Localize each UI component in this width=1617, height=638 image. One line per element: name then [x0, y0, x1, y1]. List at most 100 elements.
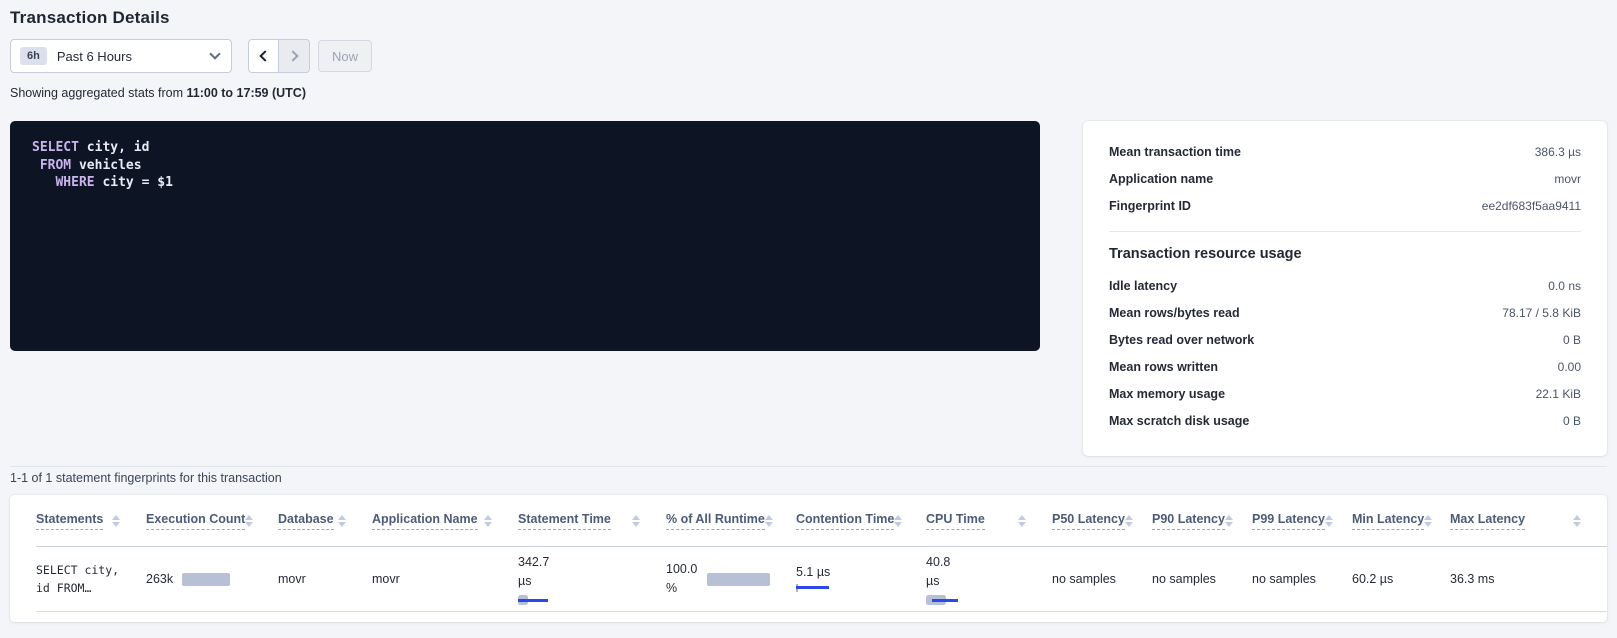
- summary-row: Fingerprint ID ee2df683f5aa9411: [1109, 192, 1581, 219]
- time-controls: 6h Past 6 Hours Now: [10, 39, 1607, 73]
- summary-row: Mean transaction time 386.3 µs: [1109, 138, 1581, 165]
- next-time-button[interactable]: [279, 40, 309, 72]
- resource-row: Idle latency 0.0 ns: [1109, 272, 1581, 299]
- column-header-database: Database: [278, 512, 372, 530]
- resource-row: Max memory usage 22.1 KiB: [1109, 380, 1581, 407]
- sort-icon[interactable]: [112, 515, 120, 527]
- sort-icon[interactable]: [1018, 515, 1026, 527]
- cpu-time-bar: [926, 595, 1026, 605]
- chevron-left-icon: [259, 50, 270, 61]
- aggregated-stats-line: Showing aggregated stats from 11:00 to 1…: [10, 86, 1607, 100]
- sql-line: SELECT city, id: [32, 140, 149, 155]
- sort-icon[interactable]: [894, 515, 902, 527]
- statements-table: Statements Execution Count Database Appl…: [10, 495, 1607, 622]
- cell-max-latency: 36.3 ms: [1450, 572, 1607, 586]
- cell-min-latency: 60.2 µs: [1352, 572, 1450, 586]
- execution-count-bar: [182, 573, 230, 586]
- stats-line-prefix: Showing aggregated stats from: [10, 86, 183, 100]
- summary-value: 386.3 µs: [1535, 145, 1581, 159]
- cell-contention-time: 5.1 µs: [796, 565, 926, 593]
- resource-value: 78.17 / 5.8 KiB: [1502, 306, 1581, 320]
- cell-database: movr: [278, 572, 372, 586]
- now-button[interactable]: Now: [318, 40, 372, 72]
- resource-value: 0.00: [1558, 360, 1581, 374]
- statement-row: SELECT city,id FROM… 263k movr movr 342.…: [36, 547, 1607, 612]
- column-header-application-name: Application Name: [372, 512, 518, 530]
- page-title: Transaction Details: [10, 8, 1607, 28]
- summary-row: Application name movr: [1109, 165, 1581, 192]
- sort-icon[interactable]: [1125, 515, 1133, 527]
- column-header-cpu-time: CPU Time: [926, 512, 1052, 530]
- summary-label: Mean transaction time: [1109, 145, 1241, 159]
- resource-label: Max scratch disk usage: [1109, 414, 1249, 428]
- panel-divider: [1109, 231, 1581, 232]
- resource-row: Mean rows written 0.00: [1109, 353, 1581, 380]
- statements-count-text: 1-1 of 1 statement fingerprints for this…: [10, 471, 282, 485]
- time-range-dropdown[interactable]: 6h Past 6 Hours: [10, 39, 232, 73]
- resource-value: 0 B: [1563, 414, 1581, 428]
- sort-icon[interactable]: [1573, 515, 1581, 527]
- resource-usage-heading: Transaction resource usage: [1109, 246, 1581, 262]
- column-header-p90-latency: P90 Latency: [1152, 512, 1252, 530]
- resource-row: Mean rows/bytes read 78.17 / 5.8 KiB: [1109, 299, 1581, 326]
- resource-label: Idle latency: [1109, 279, 1177, 293]
- transaction-overview: SELECT city, id FROM vehicles WHERE city…: [10, 121, 1607, 456]
- sort-icon[interactable]: [245, 515, 253, 527]
- column-header-runtime-pct: % of All Runtime: [666, 512, 796, 530]
- contention-time-bar: [796, 583, 900, 593]
- column-header-min-latency: Min Latency: [1352, 512, 1450, 530]
- runtime-pct-bar: [707, 573, 770, 586]
- column-header-statements: Statements: [36, 512, 146, 530]
- transaction-summary-panel: Mean transaction time 386.3 µs Applicati…: [1083, 121, 1607, 456]
- table-header-row: Statements Execution Count Database Appl…: [36, 495, 1607, 547]
- sort-icon[interactable]: [1225, 515, 1233, 527]
- resource-value: 0.0 ns: [1548, 279, 1581, 293]
- cell-runtime-pct: 100.0%: [666, 560, 796, 598]
- column-header-p99-latency: P99 Latency: [1252, 512, 1352, 530]
- cell-statement-time: 342.7µs: [518, 553, 666, 605]
- sort-icon[interactable]: [1424, 515, 1432, 527]
- resource-label: Mean rows/bytes read: [1109, 306, 1240, 320]
- transaction-details-page: Transaction Details 6h Past 6 Hours Now …: [0, 0, 1617, 638]
- time-range-badge: 6h: [20, 47, 47, 65]
- time-step-buttons: [248, 39, 310, 73]
- sql-line: WHERE city = $1: [32, 175, 173, 190]
- sort-icon[interactable]: [484, 515, 492, 527]
- sort-icon[interactable]: [1325, 515, 1333, 527]
- sql-statement-box: SELECT city, id FROM vehicles WHERE city…: [10, 121, 1040, 351]
- sort-icon[interactable]: [765, 515, 773, 527]
- column-header-contention-time: Contention Time: [796, 512, 926, 530]
- resource-label: Bytes read over network: [1109, 333, 1254, 347]
- cell-cpu-time: 40.8µs: [926, 553, 1052, 605]
- column-header-statement-time: Statement Time: [518, 512, 666, 530]
- resource-row: Bytes read over network 0 B: [1109, 326, 1581, 353]
- column-header-max-latency: Max Latency: [1450, 512, 1607, 530]
- column-header-p50-latency: P50 Latency: [1052, 512, 1152, 530]
- sort-icon[interactable]: [338, 515, 346, 527]
- cell-execution-count: 263k: [146, 572, 278, 586]
- statement-time-bar: [518, 595, 640, 605]
- cell-p50-latency: no samples: [1052, 572, 1152, 586]
- cell-p90-latency: no samples: [1152, 572, 1252, 586]
- summary-value: movr: [1554, 172, 1581, 186]
- sort-icon[interactable]: [632, 515, 640, 527]
- summary-label: Fingerprint ID: [1109, 199, 1191, 213]
- chevron-right-icon: [287, 50, 298, 61]
- summary-value: ee2df683f5aa9411: [1482, 199, 1581, 213]
- section-divider: [10, 466, 1607, 467]
- column-header-execution-count: Execution Count: [146, 512, 278, 530]
- resource-row: Max scratch disk usage 0 B: [1109, 407, 1581, 434]
- resource-label: Mean rows written: [1109, 360, 1218, 374]
- cell-p99-latency: no samples: [1252, 572, 1352, 586]
- stats-line-range: 11:00 to 17:59 (UTC): [187, 86, 306, 100]
- cell-statement[interactable]: SELECT city,id FROM…: [36, 561, 146, 597]
- resource-value: 22.1 KiB: [1536, 387, 1581, 401]
- cell-application-name: movr: [372, 572, 518, 586]
- time-range-label: Past 6 Hours: [57, 49, 211, 64]
- resource-value: 0 B: [1563, 333, 1581, 347]
- sql-line: FROM vehicles: [32, 158, 142, 173]
- summary-label: Application name: [1109, 172, 1213, 186]
- prev-time-button[interactable]: [249, 40, 279, 72]
- resource-label: Max memory usage: [1109, 387, 1225, 401]
- chevron-down-icon: [209, 48, 220, 59]
